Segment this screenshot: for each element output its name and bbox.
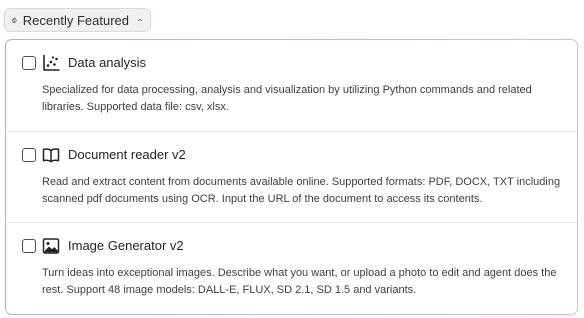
recently-featured-toggle[interactable]: Recently Featured [4, 8, 151, 32]
data-analysis-description: Specialized for data processing, analysi… [42, 84, 532, 113]
open-book-icon [42, 148, 60, 163]
list-item-document-reader[interactable]: Document reader v2 Read and extract cont… [6, 131, 577, 222]
image-icon [42, 238, 60, 254]
image-generator-title: Image Generator v2 [68, 238, 184, 253]
scatter-chart-icon [43, 54, 60, 71]
list-item-image-generator[interactable]: Image Generator v2 Turn ideas into excep… [6, 222, 577, 314]
data-analysis-checkbox[interactable] [22, 56, 36, 70]
document-reader-description: Read and extract content from documents … [42, 176, 561, 205]
image-generator-checkbox[interactable] [22, 239, 36, 253]
data-analysis-title: Data analysis [68, 55, 147, 70]
image-generator-description: Turn ideas into exceptional images. Desc… [42, 267, 557, 296]
chevron-up-icon [138, 19, 142, 22]
recently-featured-label: Recently Featured [22, 12, 130, 28]
flame-icon [12, 17, 17, 23]
featured-agents-list: Data analysis Specialized for data proce… [5, 39, 578, 315]
list-item-data-analysis[interactable]: Data analysis Specialized for data proce… [6, 40, 577, 131]
document-reader-checkbox[interactable] [22, 148, 36, 162]
document-reader-title: Document reader v2 [68, 147, 186, 162]
